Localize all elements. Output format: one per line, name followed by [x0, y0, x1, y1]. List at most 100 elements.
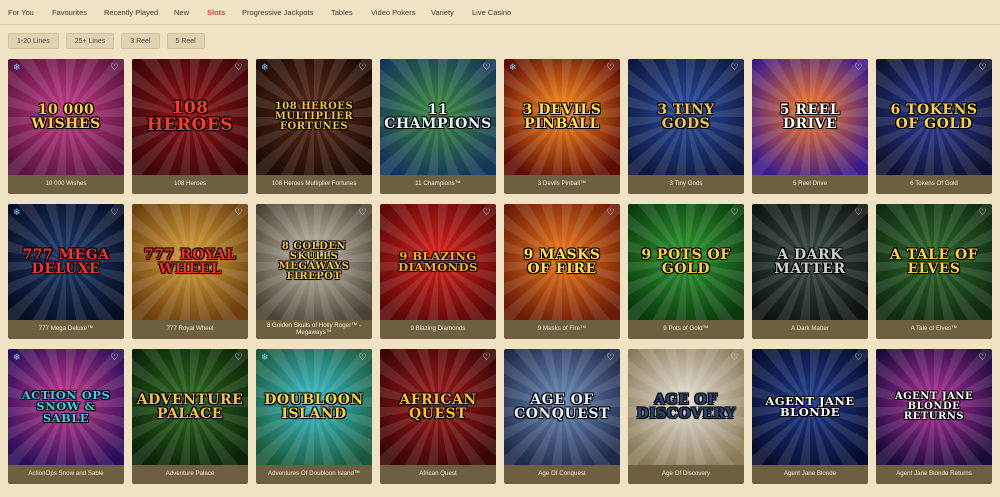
game-thumbnail[interactable]: 11 CHAMPIONS ♡	[380, 59, 496, 175]
game-thumbnail[interactable]: 108 HEROES ♡	[132, 59, 248, 175]
game-card[interactable]: AGENT JANE BLONDE ♡ Agent Jane Blonde	[752, 349, 868, 484]
game-card[interactable]: 3 DEVILS PINBALL ❄ ♡ 3 Devils Pinball™	[504, 59, 620, 194]
game-thumbnail[interactable]: 777 MEGA DELUXE ❄ ♡	[8, 204, 124, 320]
game-card[interactable]: ACTION OPS SNOW & SABLE ❄ ♡ ActionOps Snow …	[8, 349, 124, 484]
game-thumbnail[interactable]: 5 REEL DRIVE ♡	[752, 59, 868, 175]
game-card[interactable]: ADVENTURE PALACE ♡ Adventure Palace	[132, 349, 248, 484]
tab-tables[interactable]: Tables	[331, 8, 353, 17]
game-thumbnail[interactable]: 8 GOLDEN SKULLS MEGAWAYS FIREPOT ♡	[256, 204, 372, 320]
heart-outline-icon[interactable]: ♡	[978, 208, 987, 217]
game-logo: 108 HEROES	[146, 98, 234, 135]
heart-outline-icon[interactable]: ♡	[110, 63, 119, 72]
game-logo: 6 TOKENS OF GOLD	[890, 102, 978, 132]
heart-outline-icon[interactable]: ♡	[854, 208, 863, 217]
heart-outline-icon[interactable]: ♡	[234, 63, 243, 72]
game-title: A Tale of Elves™	[910, 325, 958, 333]
game-card[interactable]: 5 REEL DRIVE ♡ 5 Reel Drive	[752, 59, 868, 194]
game-card[interactable]: AGENT JANE BLONDE RETURNS ♡ Agent Jane Blo…	[876, 349, 992, 484]
game-thumbnail[interactable]: AGE OF CONQUEST ♡	[504, 349, 620, 465]
game-card[interactable]: 108 HEROES ♡ 108 Heroes	[132, 59, 248, 194]
game-thumbnail[interactable]: A TALE OF ELVES ♡	[876, 204, 992, 320]
heart-outline-icon[interactable]: ♡	[606, 63, 615, 72]
game-thumbnail[interactable]: 9 BLAZING DIAMONDS ♡	[380, 204, 496, 320]
game-logo: 10 000 WISHES	[31, 102, 101, 132]
tab-recently-played[interactable]: Recently Played	[104, 8, 158, 17]
heart-outline-icon[interactable]: ♡	[978, 353, 987, 362]
game-card[interactable]: 777 ROYAL WHEEL ♡ 777 Royal Wheel	[132, 204, 248, 339]
heart-outline-icon[interactable]: ♡	[606, 353, 615, 362]
tab-new[interactable]: New	[174, 8, 189, 17]
game-card[interactable]: 3 TINY GODS ♡ 3 Tiny Gods	[628, 59, 744, 194]
game-thumbnail[interactable]: 6 TOKENS OF GOLD ♡	[876, 59, 992, 175]
game-card[interactable]: AGE OF DISCOVERY ♡ Age Of Discovery	[628, 349, 744, 484]
game-thumbnail[interactable]: 3 DEVILS PINBALL ❄ ♡	[504, 59, 620, 175]
game-title: 5 Reel Drive	[792, 180, 828, 188]
heart-outline-icon[interactable]: ♡	[110, 208, 119, 217]
game-card[interactable]: 9 POTS OF GOLD ♡ 9 Pots of Gold™	[628, 204, 744, 339]
game-thumbnail[interactable]: 9 POTS OF GOLD ♡	[628, 204, 744, 320]
game-thumbnail[interactable]: ACTION OPS SNOW & SABLE ❄ ♡	[8, 349, 124, 465]
game-thumbnail[interactable]: DOUBLOON ISLAND ❄ ♡	[256, 349, 372, 465]
heart-outline-icon[interactable]: ♡	[730, 353, 739, 362]
game-card[interactable]: DOUBLOON ISLAND ❄ ♡ Adventures Of Doubloon …	[256, 349, 372, 484]
heart-outline-icon[interactable]: ♡	[234, 353, 243, 362]
tab-for-you[interactable]: For You	[8, 8, 34, 17]
game-logo: AGE OF DISCOVERY	[636, 392, 736, 422]
game-card[interactable]: 8 GOLDEN SKULLS MEGAWAYS FIREPOT ♡ 8 Golde…	[256, 204, 372, 339]
game-card[interactable]: 11 CHAMPIONS ♡ 11 Champions™	[380, 59, 496, 194]
game-thumbnail[interactable]: 10 000 WISHES ❄ ♡	[8, 59, 124, 175]
game-card[interactable]: 10 000 WISHES ❄ ♡ 10 000 Wishes	[8, 59, 124, 194]
heart-outline-icon[interactable]: ♡	[978, 63, 987, 72]
heart-outline-icon[interactable]: ♡	[482, 208, 491, 217]
tab-progressive-jackpots[interactable]: Progressive Jackpots	[242, 8, 313, 17]
game-title: 6 Tokens Of Gold	[910, 180, 958, 188]
filter-chip-5-reel[interactable]: 5 Reel	[166, 33, 205, 49]
game-card[interactable]: 108 HEROES MULTIPLIER FORTUNES ❄ ♡ 108 Hero…	[256, 59, 372, 194]
heart-outline-icon[interactable]: ♡	[730, 63, 739, 72]
game-card[interactable]: 9 BLAZING DIAMONDS ♡ 9 Blazing Diamonds	[380, 204, 496, 339]
snowflake-icon: ❄	[13, 207, 21, 217]
game-thumbnail[interactable]: AGENT JANE BLONDE RETURNS ♡	[876, 349, 992, 465]
tab-live-casino[interactable]: Live Casino	[472, 8, 511, 17]
game-thumbnail[interactable]: ADVENTURE PALACE ♡	[132, 349, 248, 465]
game-thumbnail[interactable]: 3 TINY GODS ♡	[628, 59, 744, 175]
game-title: 777 Mega Deluxe™	[38, 325, 94, 333]
game-card[interactable]: A DARK MATTER ♡ A Dark Matter	[752, 204, 868, 339]
heart-outline-icon[interactable]: ♡	[482, 353, 491, 362]
game-thumbnail[interactable]: 9 MASKS OF FIRE ♡	[504, 204, 620, 320]
tab-variety[interactable]: Variety	[431, 8, 454, 17]
game-card[interactable]: 777 MEGA DELUXE ❄ ♡ 777 Mega Deluxe™	[8, 204, 124, 339]
game-card[interactable]: AGE OF CONQUEST ♡ Age Of Conquest	[504, 349, 620, 484]
game-card[interactable]: AFRICAN QUEST ♡ African Quest	[380, 349, 496, 484]
heart-outline-icon[interactable]: ♡	[234, 208, 243, 217]
heart-outline-icon[interactable]: ♡	[358, 208, 367, 217]
snowflake-icon: ❄	[509, 62, 517, 72]
game-card[interactable]: 9 MASKS OF FIRE ♡ 9 Masks of Fire™	[504, 204, 620, 339]
category-nav: For You Favourites Recently Played New Slots…	[0, 0, 1000, 25]
game-thumbnail[interactable]: 777 ROYAL WHEEL ♡	[132, 204, 248, 320]
filter-chip-25-lines[interactable]: 25+ Lines	[65, 33, 115, 49]
game-title: ActionOps Snow and Sable	[28, 470, 104, 478]
tab-favourites[interactable]: Favourites	[52, 8, 87, 17]
heart-outline-icon[interactable]: ♡	[358, 353, 367, 362]
game-thumbnail[interactable]: AGE OF DISCOVERY ♡	[628, 349, 744, 465]
game-thumbnail[interactable]: A DARK MATTER ♡	[752, 204, 868, 320]
game-card[interactable]: 6 TOKENS OF GOLD ♡ 6 Tokens Of Gold	[876, 59, 992, 194]
heart-outline-icon[interactable]: ♡	[482, 63, 491, 72]
game-logo: AGENT JANE BLONDE RETURNS	[894, 391, 974, 422]
heart-outline-icon[interactable]: ♡	[854, 353, 863, 362]
heart-outline-icon[interactable]: ♡	[730, 208, 739, 217]
filter-chip-1-20-lines[interactable]: 1-20 Lines	[8, 33, 59, 49]
heart-outline-icon[interactable]: ♡	[854, 63, 863, 72]
tab-video-pokers[interactable]: Video Pokers	[371, 8, 415, 17]
tab-slots[interactable]: Slots	[207, 8, 225, 17]
heart-outline-icon[interactable]: ♡	[110, 353, 119, 362]
game-thumbnail[interactable]: 108 HEROES MULTIPLIER FORTUNES ❄ ♡	[256, 59, 372, 175]
game-card[interactable]: A TALE OF ELVES ♡ A Tale of Elves™	[876, 204, 992, 339]
filter-chip-3-reel[interactable]: 3 Reel	[121, 33, 160, 49]
heart-outline-icon[interactable]: ♡	[606, 208, 615, 217]
snowflake-icon: ❄	[13, 352, 21, 362]
heart-outline-icon[interactable]: ♡	[358, 63, 367, 72]
game-thumbnail[interactable]: AFRICAN QUEST ♡	[380, 349, 496, 465]
game-thumbnail[interactable]: AGENT JANE BLONDE ♡	[752, 349, 868, 465]
